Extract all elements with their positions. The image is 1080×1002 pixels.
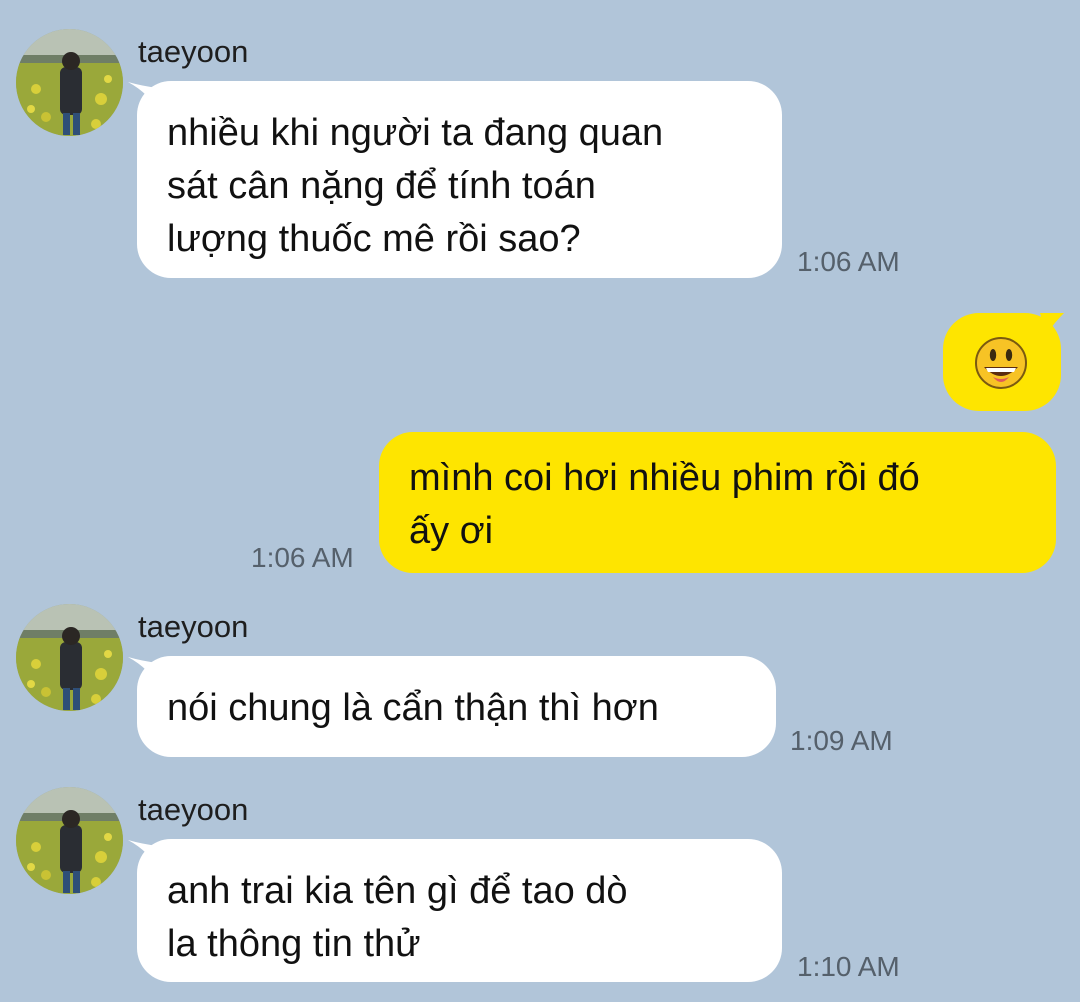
profile-avatar[interactable] [16,29,123,136]
profile-avatar[interactable] [16,604,123,711]
sender-name: taeyoon [138,609,249,644]
message-line: nói chung là cẩn thận thì hơn [167,687,659,729]
message-line: anh trai kia tên gì để tao dò [167,870,628,912]
message-timestamp: 1:10 AM [797,951,900,982]
profile-avatar[interactable] [16,787,123,894]
sender-name: taeyoon [138,34,249,69]
message-line: ấy ơi [409,510,494,552]
message-line: mình coi hơi nhiều phim rồi đó [409,457,920,499]
message-line: lượng thuốc mê rồi sao? [167,218,581,260]
message-line: la thông tin thử [167,923,421,965]
message-bubble[interactable]: nhiều khi người ta đang quan sát cân nặn… [137,81,782,278]
profile-photo [16,787,123,894]
chat-room[interactable]: taeyoon nhiều khi người ta đang quan sát… [0,0,1080,1002]
message-timestamp: 1:06 AM [797,246,900,277]
message-bubble[interactable]: nói chung là cẩn thận thì hơn [137,656,776,757]
sender-name: taeyoon [138,792,249,827]
message-line: sát cân nặng để tính toán [167,165,596,207]
profile-photo [16,29,123,136]
message-timestamp: 1:09 AM [790,725,893,756]
profile-photo [16,604,123,711]
message-line: nhiều khi người ta đang quan [167,112,664,154]
message-timestamp: 1:06 AM [251,542,354,573]
message-bubble[interactable]: mình coi hơi nhiều phim rồi đó ấy ơi [379,432,1056,573]
bubble-tail [1040,313,1064,335]
message-bubble[interactable]: anh trai kia tên gì để tao dò la thông t… [137,839,782,982]
